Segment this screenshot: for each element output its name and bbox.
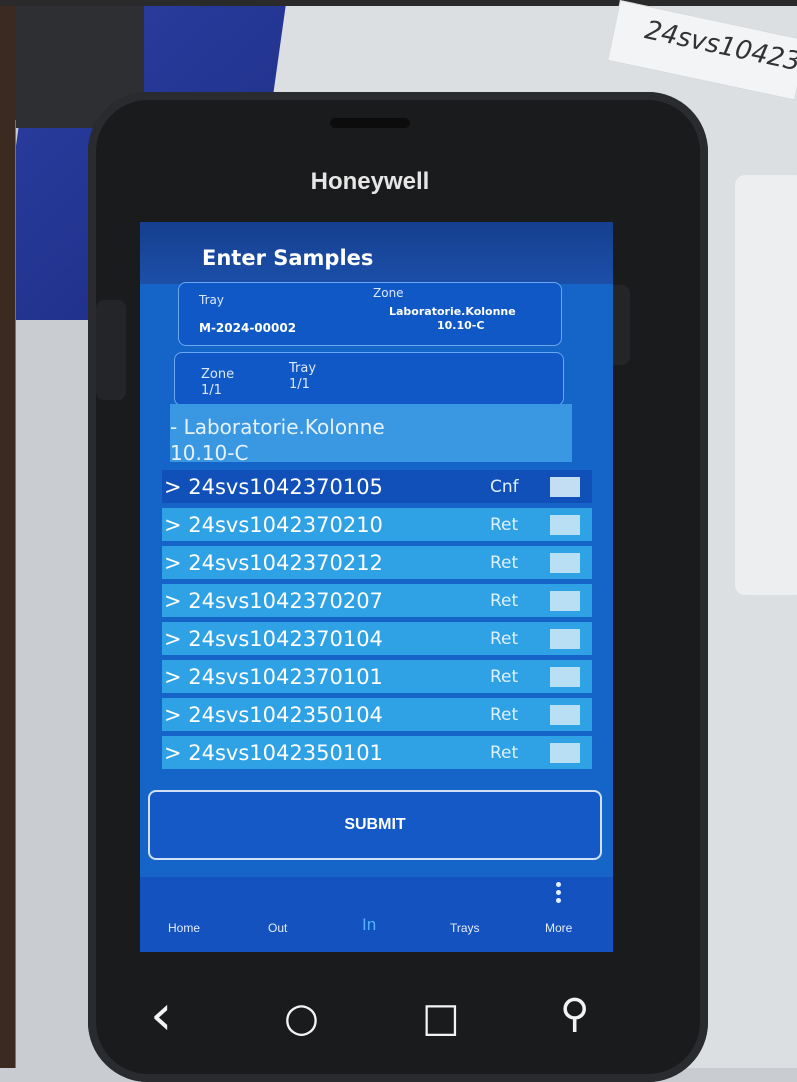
progress-tray-label: Tray xyxy=(289,361,317,376)
home-circle-icon[interactable]: ○ xyxy=(284,998,319,1038)
left-edge xyxy=(0,0,15,1068)
sample-id: > 24svs1042370212 xyxy=(164,550,383,575)
background-container xyxy=(735,175,797,595)
sample-status: Ret xyxy=(490,742,519,763)
app-header: Enter Samples xyxy=(140,222,613,284)
sample-row[interactable]: > 24svs1042370101 Ret xyxy=(162,660,592,693)
sample-status: Ret xyxy=(490,628,519,649)
sample-list: > 24svs1042370105 Cnf > 24svs1042370210 … xyxy=(162,470,592,774)
sample-row[interactable]: > 24svs1042350101 Ret xyxy=(162,736,592,769)
sample-id: > 24svs1042370105 xyxy=(164,474,383,499)
sample-checkbox[interactable] xyxy=(550,628,580,649)
tray-label: Tray xyxy=(199,293,224,307)
progress-card: Zone 1/1 Tray 1/1 xyxy=(174,352,564,406)
sample-row[interactable]: > 24svs1042370207 Ret xyxy=(162,584,592,617)
search-icon[interactable]: ⚲ xyxy=(560,994,589,1034)
sample-id: > 24svs1042350104 xyxy=(164,702,383,727)
tray-info-card[interactable]: Tray M-2024-00002 Zone Laboratorie.Kolon… xyxy=(178,282,562,346)
progress-zone-count: 1/1 xyxy=(201,383,222,398)
sample-checkbox[interactable] xyxy=(550,666,580,687)
sample-id: > 24svs1042370101 xyxy=(164,664,383,689)
tray-value: M-2024-00002 xyxy=(199,321,297,335)
top-edge xyxy=(0,0,797,6)
recents-square-icon[interactable]: □ xyxy=(422,998,460,1038)
more-dots-icon[interactable] xyxy=(556,882,564,908)
nav-more[interactable]: More xyxy=(545,921,572,935)
sample-status: Ret xyxy=(490,552,519,573)
progress-tray-count: 1/1 xyxy=(289,377,310,392)
sample-id: > 24svs1042370207 xyxy=(164,588,383,613)
progress-zone-label: Zone xyxy=(201,367,235,382)
sample-status: Ret xyxy=(490,514,519,535)
device-brand-logo: Honeywell xyxy=(310,168,430,195)
sample-status: Ret xyxy=(490,704,519,725)
nav-trays[interactable]: Trays xyxy=(450,921,480,935)
sample-id: > 24svs1042370210 xyxy=(164,512,383,537)
sample-row[interactable]: > 24svs1042350104 Ret xyxy=(162,698,592,731)
sample-checkbox[interactable] xyxy=(550,476,580,497)
side-button-left[interactable] xyxy=(96,300,126,400)
sample-checkbox[interactable] xyxy=(550,742,580,763)
sample-checkbox[interactable] xyxy=(550,552,580,573)
sample-id: > 24svs1042350101 xyxy=(164,740,383,765)
nav-home[interactable]: Home xyxy=(168,921,200,935)
sample-status: Ret xyxy=(490,666,519,687)
zone-label: Zone xyxy=(373,286,404,300)
zone-value-line1: Laboratorie.Kolonne xyxy=(389,305,516,318)
sample-row[interactable]: > 24svs1042370210 Ret xyxy=(162,508,592,541)
sample-row[interactable]: > 24svs1042370212 Ret xyxy=(162,546,592,579)
back-icon[interactable]: ‹ xyxy=(150,988,172,1044)
device-screen: Enter Samples Tray M-2024-00002 Zone Lab… xyxy=(140,222,613,952)
system-nav-bar: ‹ ○ □ ⚲ xyxy=(140,988,600,1050)
zone-banner[interactable]: - Laboratorie.Kolonne 10.10-C xyxy=(170,404,572,465)
bottom-nav: Home Out In Trays More xyxy=(140,877,613,952)
zone-banner-text: - Laboratorie.Kolonne 10.10-C xyxy=(170,415,385,465)
zone-value-line2: 10.10-C xyxy=(437,319,485,332)
nav-out[interactable]: Out xyxy=(268,921,287,935)
sample-checkbox[interactable] xyxy=(550,514,580,535)
sample-status: Ret xyxy=(490,590,519,611)
sample-row[interactable]: > 24svs1042370104 Ret xyxy=(162,622,592,655)
sample-checkbox[interactable] xyxy=(550,704,580,725)
nav-in[interactable]: In xyxy=(362,915,376,935)
sample-status: Cnf xyxy=(490,476,519,497)
earpiece-speaker xyxy=(330,118,410,128)
sample-row[interactable]: > 24svs1042370105 Cnf xyxy=(162,470,592,503)
sample-id: > 24svs1042370104 xyxy=(164,626,383,651)
sample-checkbox[interactable] xyxy=(550,590,580,611)
submit-button[interactable]: SUBMIT xyxy=(148,790,602,860)
page-title: Enter Samples xyxy=(202,246,374,270)
